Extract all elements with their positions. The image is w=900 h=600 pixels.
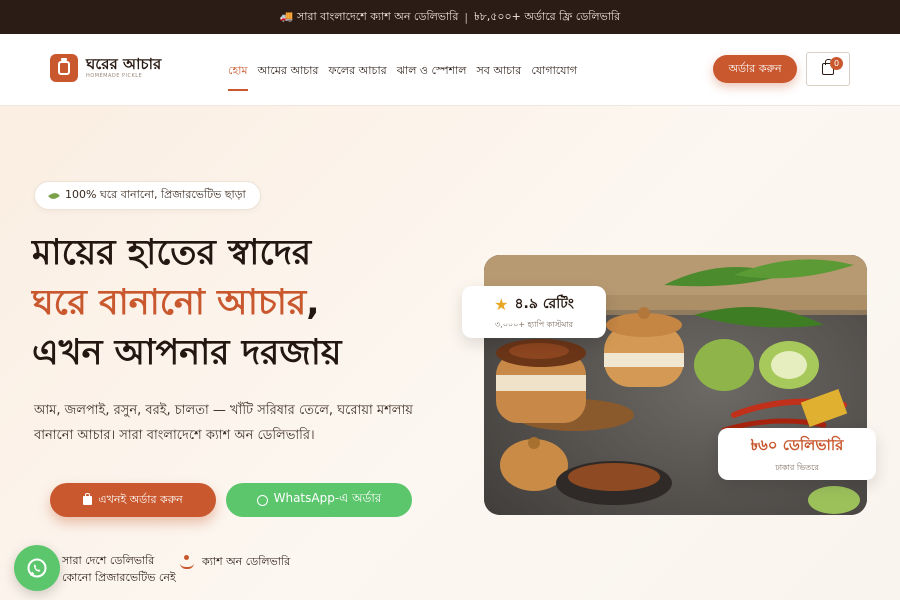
shopping-bag-icon [83, 492, 93, 505]
announcement-free-delivery: ৳৮,৫০০+ অর্ডারে ফ্রি ডেলিভারি [474, 9, 621, 23]
brand-subtitle: HOMEMADE PICKLE [86, 73, 143, 79]
hero-tagline-text: 100% ঘরে বানানো, প্রিজারভেটিভ ছাড়া [65, 188, 246, 201]
leaf-icon [48, 190, 60, 201]
feature-cod-label: ক্যাশ অন ডেলিভারি [202, 555, 291, 568]
announcement-separator: | [464, 10, 469, 24]
feature-cod: ক্যাশ অন ডেলিভারি [180, 553, 290, 572]
brand-name: ঘরের আচার [86, 55, 162, 73]
rating-card: ★ ৪.৯ রেটিং ৩,০০০+ হ্যাপি কাস্টমার [462, 286, 606, 338]
main-nav: হোম আমের আচার ফলের আচার ঝাল ও স্পেশাল সব… [228, 62, 577, 91]
nav-contact[interactable]: যোগাযোগ [531, 62, 577, 91]
delivery-fee: ৳৬০ ডেলিভারি [750, 435, 844, 454]
headline-line-2: ঘরে বানানো আচার, [32, 278, 341, 328]
whatsapp-icon [27, 558, 47, 578]
floating-whatsapp-button[interactable] [14, 545, 60, 591]
whatsapp-order-button[interactable]: WhatsApp-এ অর্ডার [226, 483, 412, 517]
jar-icon [50, 54, 78, 82]
whatsapp-order-label: WhatsApp-এ অর্ডার [273, 491, 382, 505]
feature-delivery: সারা দেশে ডেলিভারি কোনো প্রিজারভেটিভ নেই [62, 552, 176, 586]
nav-mango-pickle[interactable]: আমের আচার [258, 62, 319, 91]
headline-line-1: মায়ের হাতের স্বাদের [32, 233, 312, 273]
feature-no-preservative-label: কোনো প্রিজারভেটিভ নেই [62, 571, 176, 584]
delivery-caption: ঢাকার ভিতরে [775, 462, 819, 472]
brand-logo[interactable]: ঘরের আচার HOMEMADE PICKLE [50, 54, 161, 82]
nav-fruit-pickle[interactable]: ফলের আচার [328, 62, 386, 91]
rating-value: ৪.৯ রেটিং [514, 296, 574, 312]
hero-headline: মায়ের হাতের স্বাদের ঘরে বানানো আচার, এখ… [32, 228, 341, 378]
hero-description: আম, জলপাই, রসুন, বরই, চালতা — খাঁটি সরিষ… [34, 403, 413, 443]
cart-button[interactable]: 0 [806, 52, 850, 86]
cart-count-badge: 0 [830, 57, 843, 70]
nav-all-pickles[interactable]: সব আচার [476, 62, 521, 91]
delivery-card: ৳৬০ ডেলিভারি ঢাকার ভিতরে [718, 428, 876, 480]
order-now-button[interactable]: এখনই অর্ডার করুন [50, 483, 216, 517]
headline-comma: , [306, 283, 320, 323]
header-order-button[interactable]: অর্ডার করুন [713, 55, 797, 83]
announcement-bar: 🚚 সারা বাংলাদেশে ক্যাশ অন ডেলিভারি | ৳৮,… [0, 0, 900, 34]
feature-delivery-label: সারা দেশে ডেলিভারি [62, 554, 155, 567]
headline-line-3: এখন আপনার দরজায় [32, 333, 342, 373]
nav-home[interactable]: হোম [228, 62, 248, 91]
whatsapp-icon [256, 494, 268, 506]
hero-tagline-badge: 100% ঘরে বানানো, প্রিজারভেটিভ ছাড়া [34, 181, 261, 210]
headline-accent: ঘরে বানানো আচার [32, 283, 307, 323]
rating-caption: ৩,০০০+ হ্যাপি কাস্টমার [494, 320, 574, 329]
cash-hand-icon [180, 554, 194, 569]
nav-spicy-special[interactable]: ঝাল ও স্পেশাল [397, 62, 467, 91]
order-now-label: এখনই অর্ডার করুন [98, 492, 183, 506]
star-icon: ★ [494, 294, 509, 314]
announcement-cod: 🚚 সারা বাংলাদেশে ক্যাশ অন ডেলিভারি [279, 9, 459, 23]
